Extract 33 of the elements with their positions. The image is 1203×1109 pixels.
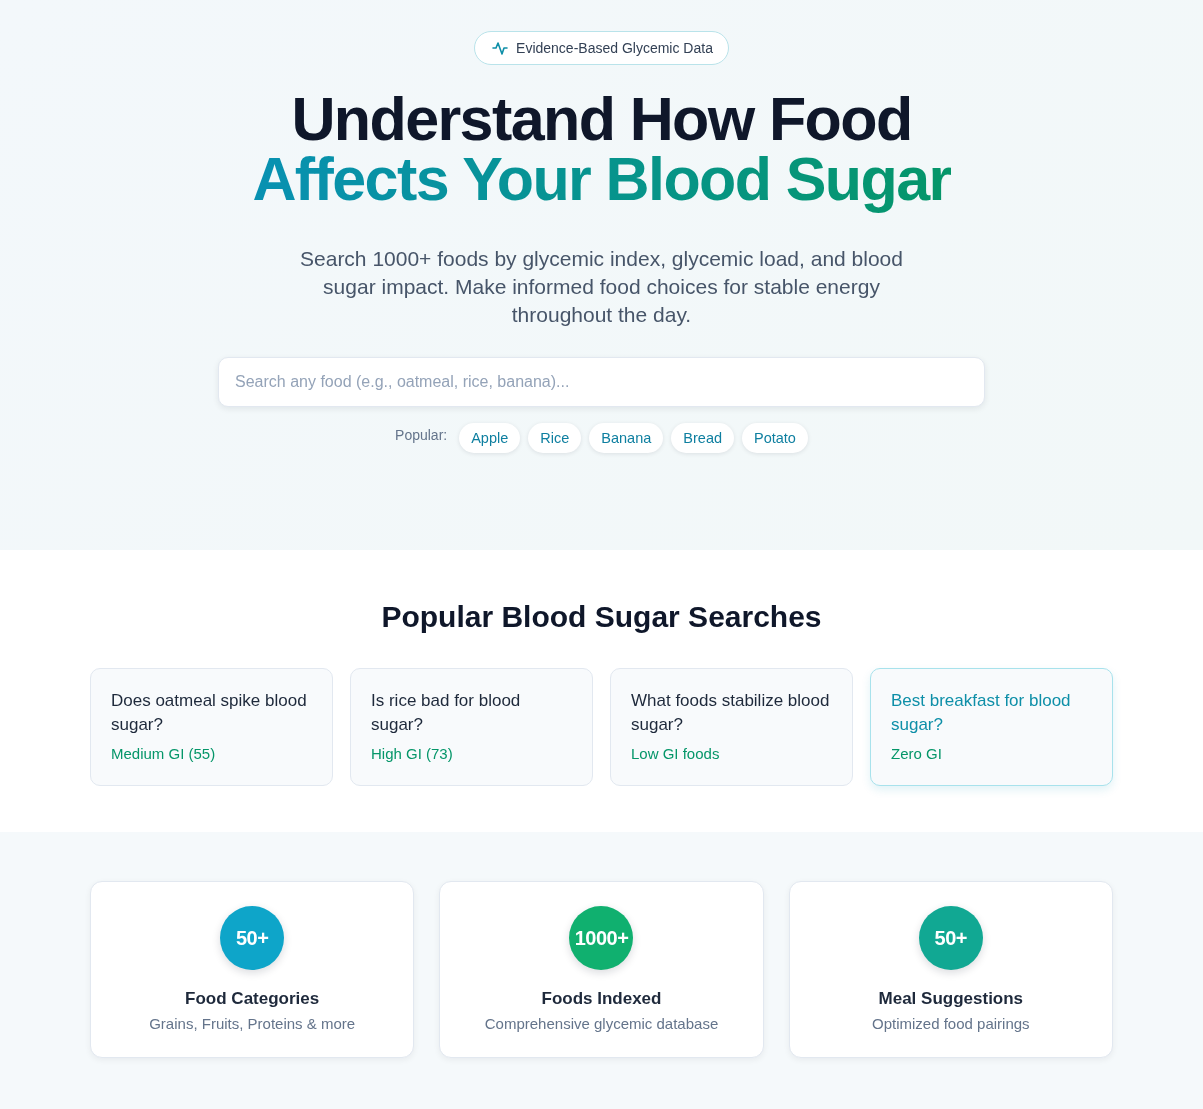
search-card[interactable]: What foods stabilize blood sugar? Low GI foods: [610, 668, 853, 786]
search-field[interactable]: Search any food (e.g., oatmeal, rice, banana)...: [218, 357, 985, 407]
popular-label: Popular:: [395, 426, 448, 445]
search-card[interactable]: Does oatmeal spike blood sugar? Medium GI (55): [90, 668, 333, 786]
pulse-icon: [492, 40, 509, 56]
stat-description: Comprehensive glycemic database: [483, 1014, 720, 1034]
stat-description: Grains, Fruits, Proteins & more: [148, 1014, 357, 1034]
hero-heading: Understand How Food: [291, 89, 912, 149]
food-chip[interactable]: Rice: [528, 423, 582, 453]
stat-description: Optimized food pairings: [871, 1014, 1031, 1034]
gi-label: High GI (73): [371, 744, 453, 764]
stat-value: 50+: [220, 906, 285, 970]
badge-label: Evidence-Based Glycemic Data: [516, 38, 713, 58]
search-question: Is rice bad for blood sugar?: [371, 690, 522, 736]
search-card[interactable]: Is rice bad for blood sugar? High GI (73): [350, 668, 593, 786]
search-question: Best breakfast for blood sugar?: [891, 690, 1072, 736]
food-chip[interactable]: Potato: [742, 423, 808, 453]
stat-label: Foods Indexed: [540, 988, 663, 1010]
food-chip[interactable]: Apple: [459, 423, 521, 453]
food-chip[interactable]: Bread: [671, 423, 734, 453]
food-chip[interactable]: Banana: [589, 423, 664, 453]
hero-subtitle: Search 1000+ foods by glycemic index, glycemic load, and blood sugar impact. Make informed food choices for stable energy throughout the day.: [299, 246, 904, 328]
stat-value: 50+: [918, 906, 983, 970]
stat-label: Meal Suggestions: [877, 988, 1025, 1010]
gi-label: Zero GI: [891, 744, 942, 764]
section-heading: Popular Blood Sugar Searches: [380, 599, 823, 635]
search-card[interactable]: Best breakfast for blood sugar? Zero GI: [870, 668, 1113, 786]
stat-label: Food Categories: [184, 988, 321, 1010]
search-question: What foods stabilize blood sugar?: [631, 690, 831, 736]
search-question: Does oatmeal spike blood sugar?: [111, 690, 308, 736]
gi-label: Low GI foods: [631, 744, 720, 764]
stat-value: 1000+: [569, 906, 634, 970]
gi-label: Medium GI (55): [111, 744, 216, 764]
